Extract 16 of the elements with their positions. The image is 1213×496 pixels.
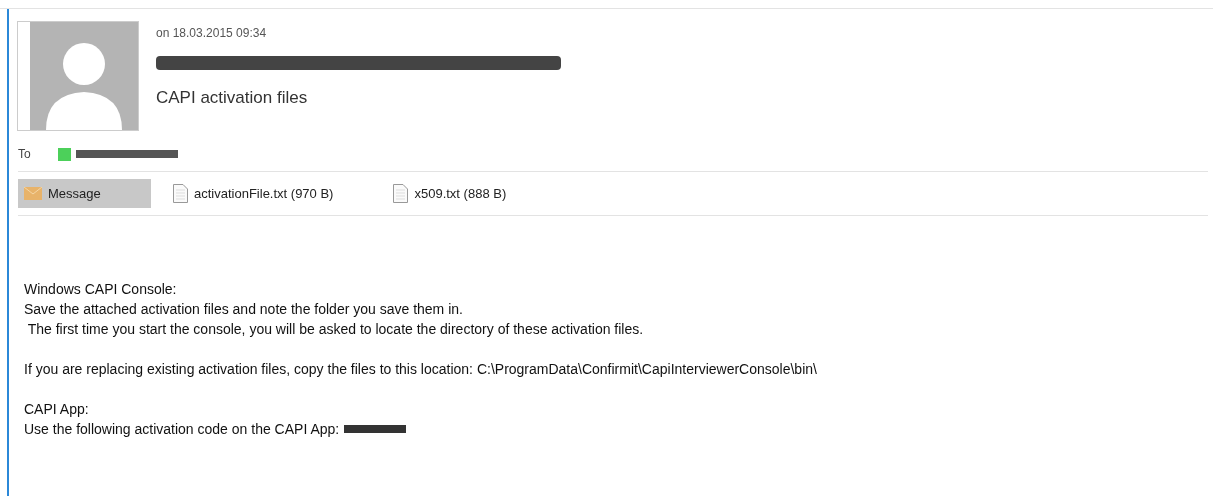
- message-date: on 18.03.2015 09:34: [156, 25, 268, 42]
- to-label: To: [18, 146, 32, 163]
- body-text: The first time you start the console, you will be asked to locate the directory of these activation files.: [26, 319, 644, 339]
- document-icon: [393, 184, 409, 203]
- message-subject: CAPI activation files: [156, 87, 309, 109]
- message-tab[interactable]: Message: [18, 179, 151, 208]
- body-text: Windows CAPI Console:: [24, 279, 177, 299]
- attachment-tab[interactable]: x509.txt (888 B): [387, 179, 513, 208]
- body-text: If you are replacing existing activation files, copy the files to this location: C:\ProgramData\Confirmit\CapiInterviewerConsole\bin\: [24, 359, 817, 379]
- envelope-icon: [24, 187, 42, 200]
- attachment-tab[interactable]: activationFile.txt (970 B): [167, 179, 340, 208]
- redaction-mark: [344, 425, 407, 433]
- body-text: CAPI App:: [24, 399, 89, 419]
- document-icon: [173, 184, 188, 203]
- body-text: Use the following activation code on the CAPI App:: [24, 419, 340, 439]
- body-text: Save the attached activation files and note the folder you save them in.: [24, 299, 463, 319]
